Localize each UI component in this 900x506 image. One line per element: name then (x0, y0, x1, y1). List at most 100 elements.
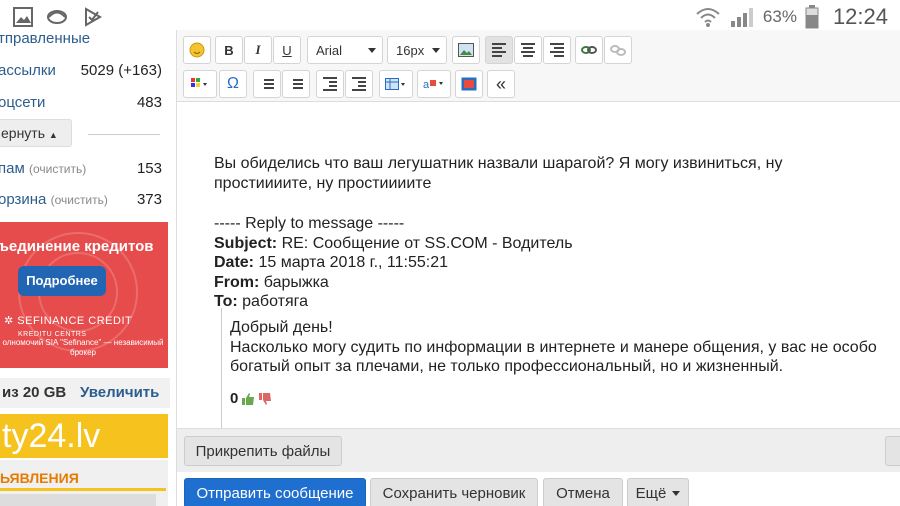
insert-table-button[interactable] (379, 70, 413, 98)
ad-banner-credit[interactable]: ъединение кредитов Подробнее ✲ SEFINANCE… (0, 222, 168, 368)
svg-text:a: a (423, 79, 430, 91)
folder-name: орзина (0, 191, 47, 208)
save-draft-button[interactable]: Сохранить черновик (370, 478, 538, 506)
special-char-button[interactable]: Ω (219, 70, 247, 98)
sidebar-item-label: ассылки (0, 62, 56, 79)
align-left-button[interactable] (485, 36, 513, 64)
indent-icon (352, 75, 366, 93)
send-message-button[interactable]: Отправить сообщение (184, 478, 366, 506)
underline-button[interactable]: U (273, 36, 301, 64)
thumbs-down-icon[interactable] (258, 392, 272, 406)
ad-ads-image (0, 494, 156, 506)
attachments-extra-button[interactable] (885, 436, 900, 466)
sidebar-item-count: 373 (136, 191, 162, 208)
chevron-down-icon (368, 48, 376, 53)
message-line: простиииите, ну простиииите (214, 175, 432, 192)
folder-name: пам (0, 160, 25, 177)
increase-quota-link[interactable]: Увеличить (80, 384, 159, 401)
image-icon (458, 43, 474, 57)
from-label: From: (214, 273, 260, 291)
media-icon (461, 77, 477, 91)
ad-ads-bar (0, 488, 166, 491)
outdent-button[interactable] (316, 70, 344, 98)
unordered-list-button[interactable] (282, 70, 310, 98)
italic-button[interactable]: I (244, 36, 272, 64)
ad-note: олномочий SIA "Sefinance" — независимый … (2, 338, 164, 357)
status-bar: 63% 12:24 (0, 0, 900, 34)
align-left-icon (492, 41, 506, 59)
collapse-folders-button[interactable]: ернуть ▲ (0, 119, 72, 147)
font-size-select[interactable]: 16px (387, 36, 447, 64)
color-palette-button[interactable] (183, 70, 217, 98)
quote-line: Насколько могу судить по информации в ин… (230, 338, 877, 356)
sidebar-item-trash[interactable]: орзина (очистить) 373 (0, 191, 170, 221)
mail-compose-screen: 63% 12:24 тправленные ассылки 5029 (+163… (0, 0, 900, 506)
ad-more-button[interactable]: Подробнее (18, 266, 106, 296)
thumbs-up-icon[interactable] (241, 392, 255, 406)
gallery-icon (13, 7, 33, 27)
attachments-bar: Прикрепить файлы (177, 428, 900, 472)
collapse-label: ернуть (1, 125, 46, 141)
font-color-button[interactable]: a (417, 70, 451, 98)
reply-separator: ----- Reply to message ----- (214, 215, 405, 232)
sidebar-item-label: пам (очистить) (0, 160, 86, 177)
ad-brand: ✲ SEFINANCE CREDIT KREDITU CENTRS (4, 315, 133, 338)
clear-trash-link[interactable]: (очистить) (51, 193, 108, 207)
font-family-select[interactable]: Arial (307, 36, 383, 64)
ordered-list-icon (260, 77, 274, 91)
ad-banner-logo[interactable]: ty24.lv (0, 414, 168, 458)
clock: 12:24 (832, 4, 888, 29)
submit-bar: Отправить сообщение Сохранить черновик О… (177, 472, 900, 506)
sync-icon (47, 10, 67, 24)
insert-image-button[interactable] (452, 36, 480, 64)
more-actions-button[interactable]: Ещё (627, 478, 689, 506)
sidebar-item-spam[interactable]: пам (очистить) 153 (0, 160, 170, 190)
sidebar-item-mailings[interactable]: ассылки 5029 (+163) (0, 62, 170, 92)
table-icon (385, 78, 405, 90)
sidebar-item-count: 153 (136, 160, 162, 177)
align-right-icon (550, 41, 564, 59)
align-center-button[interactable] (514, 36, 542, 64)
reply-date: Date: 15 марта 2018 г., 11:55:21 (214, 253, 573, 273)
attach-files-button[interactable]: Прикрепить файлы (184, 436, 342, 466)
outdent-icon (323, 75, 337, 93)
unlink-icon (610, 45, 626, 56)
ordered-list-button[interactable] (253, 70, 281, 98)
message-body[interactable]: Вы обиделись что ваш легушатник назвали … (177, 102, 900, 428)
message-text: Вы обиделись что ваш легушатник назвали … (214, 154, 894, 194)
tasks-icon (85, 7, 103, 27)
chevron-down-icon (672, 490, 681, 496)
reply-subject: Subject: RE: Сообщение от SS.COM - Водит… (214, 234, 573, 254)
clear-spam-link[interactable]: (очистить) (29, 162, 86, 176)
font-color-icon: a (423, 79, 443, 91)
sidebar: тправленные ассылки 5029 (+163) оцсети 4… (0, 30, 170, 506)
emoji-icon (189, 42, 205, 58)
quote-line: богатый опыт за плечами, не только профе… (230, 358, 784, 375)
palette-icon (191, 78, 207, 87)
emoji-button[interactable] (183, 36, 211, 64)
caret-up-icon: ▲ (48, 130, 58, 140)
bold-button[interactable]: B (215, 36, 243, 64)
more-label: Ещё (635, 484, 667, 502)
rating-value: 0 (230, 390, 239, 407)
quote-line: Добрый день! (230, 319, 333, 336)
ad-ads-title: ЬЯВЛЕНИЯ (0, 470, 79, 486)
indent-button[interactable] (345, 70, 373, 98)
ad-banner-ads[interactable]: ЬЯВЛЕНИЯ (0, 460, 168, 506)
sidebar-item-sent[interactable]: тправленные (0, 30, 170, 60)
unlink-button[interactable] (604, 36, 632, 64)
quoted-text: Добрый день! Насколько могу судить по ин… (230, 318, 900, 377)
collapse-toolbar-button[interactable]: « (487, 70, 515, 98)
signal-icon (730, 8, 753, 27)
align-center-icon (521, 41, 535, 59)
ad-brand-name: SEFINANCE CREDIT (17, 315, 133, 327)
reply-from: From: барыжка (214, 273, 573, 293)
insert-media-button[interactable] (455, 70, 483, 98)
ad-brand-sub: KREDITU CENTRS (18, 331, 87, 338)
sidebar-item-label: оцсети (0, 94, 46, 111)
insert-link-button[interactable] (575, 36, 603, 64)
align-right-button[interactable] (543, 36, 571, 64)
message-line: Вы обиделись что ваш легушатник назвали … (214, 155, 783, 172)
link-icon (581, 46, 597, 54)
cancel-button[interactable]: Отмена (543, 478, 623, 506)
